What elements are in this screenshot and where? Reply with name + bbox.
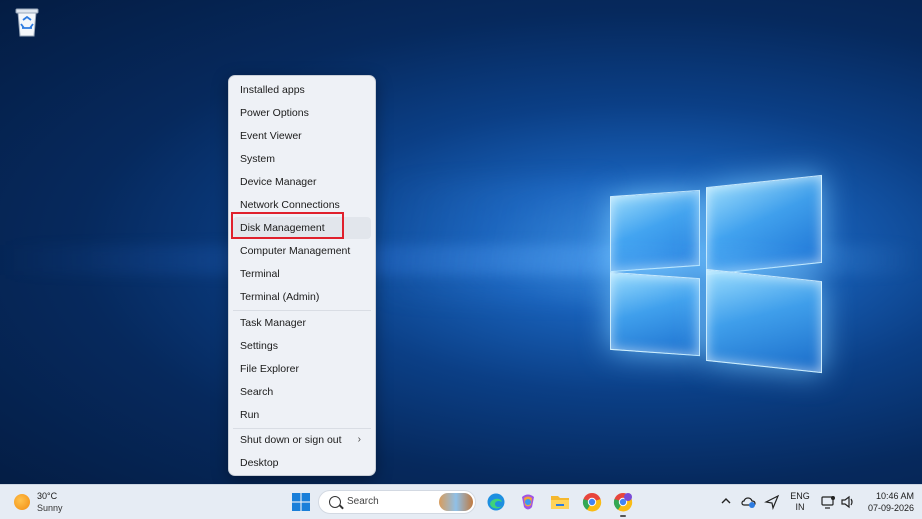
menu-item-search[interactable]: Search <box>233 381 371 403</box>
quick-link-menu: Installed apps Power Options Event Viewe… <box>228 75 376 476</box>
menu-item-label: Network Connections <box>240 199 340 211</box>
edge-icon[interactable] <box>486 492 506 512</box>
network-icon[interactable] <box>820 494 836 510</box>
menu-item-run[interactable]: Run <box>233 404 371 426</box>
menu-item-device-manager[interactable]: Device Manager <box>233 171 371 193</box>
menu-item-system[interactable]: System <box>233 148 371 170</box>
onedrive-sync-icon[interactable] <box>741 494 757 510</box>
language-region: IN <box>795 502 805 512</box>
menu-item-label: Installed apps <box>240 84 305 96</box>
location-icon[interactable] <box>764 494 780 511</box>
sun-icon[interactable] <box>14 494 30 510</box>
menu-item-event-viewer[interactable]: Event Viewer <box>233 125 371 147</box>
windows-wallpaper-logo <box>600 163 830 374</box>
taskbar-search-box[interactable]: Search <box>318 490 476 514</box>
menu-separator <box>233 310 371 311</box>
menu-item-label: Event Viewer <box>240 130 302 142</box>
language-code: ENG <box>790 491 810 501</box>
menu-item-label: Power Options <box>240 107 309 119</box>
menu-item-label: File Explorer <box>240 363 299 375</box>
weather-temperature[interactable]: 30°C <box>37 491 57 501</box>
search-highlight-illustration <box>439 493 473 511</box>
menu-item-label: Device Manager <box>240 176 317 188</box>
menu-item-label: Search <box>240 386 274 398</box>
logo-pane <box>706 268 822 374</box>
start-icon[interactable] <box>292 493 310 511</box>
menu-item-power-options[interactable]: Power Options <box>233 102 371 124</box>
chrome-icon[interactable] <box>582 492 602 512</box>
menu-item-desktop[interactable]: Desktop <box>233 452 371 474</box>
running-indicator <box>620 515 626 517</box>
logo-pane <box>706 174 822 276</box>
menu-item-label: Terminal (Admin) <box>240 291 320 303</box>
menu-item-label: Settings <box>240 340 278 352</box>
menu-item-task-manager[interactable]: Task Manager <box>233 312 371 334</box>
menu-item-label: Shut down or sign out <box>240 434 342 446</box>
menu-item-computer-management[interactable]: Computer Management <box>233 240 371 262</box>
menu-item-terminal-admin[interactable]: Terminal (Admin) <box>233 286 371 308</box>
menu-item-label: Run <box>240 409 260 421</box>
wallpaper-light-glow <box>380 180 610 300</box>
taskbar: 30°C Sunny Search ENG IN 10:46 AM 07-09-… <box>0 484 922 519</box>
clock-time[interactable]: 10:46 AM <box>866 491 914 501</box>
menu-item-label: System <box>240 153 276 165</box>
clock-date[interactable]: 07-09-2026 <box>860 503 914 513</box>
logo-pane <box>610 271 700 357</box>
search-placeholder: Search <box>347 496 379 507</box>
chevron-up-icon[interactable] <box>720 494 732 508</box>
language-indicator[interactable]: ENG IN <box>788 491 812 512</box>
menu-item-shut-down-or-sign-out[interactable]: Shut down or sign out › <box>233 429 371 451</box>
weather-condition[interactable]: Sunny <box>37 503 63 513</box>
file-explorer-icon[interactable] <box>550 492 570 512</box>
menu-item-label: Task Manager <box>240 317 306 329</box>
menu-item-installed-apps[interactable]: Installed apps <box>233 79 371 101</box>
logo-pane <box>610 189 700 273</box>
chrome-profile-icon[interactable] <box>613 492 633 512</box>
menu-item-label: Computer Management <box>240 245 351 257</box>
menu-item-label: Desktop <box>240 457 279 469</box>
menu-item-settings[interactable]: Settings <box>233 335 371 357</box>
volume-icon[interactable] <box>840 494 856 510</box>
chevron-right-icon: › <box>357 434 361 445</box>
menu-item-terminal[interactable]: Terminal <box>233 263 371 285</box>
menu-item-file-explorer[interactable]: File Explorer <box>233 358 371 380</box>
search-icon <box>329 496 341 508</box>
highlight-box <box>231 212 344 239</box>
recycle-bin-icon[interactable] <box>12 6 42 38</box>
menu-item-label: Terminal <box>240 268 280 280</box>
copilot-icon[interactable] <box>518 492 538 512</box>
